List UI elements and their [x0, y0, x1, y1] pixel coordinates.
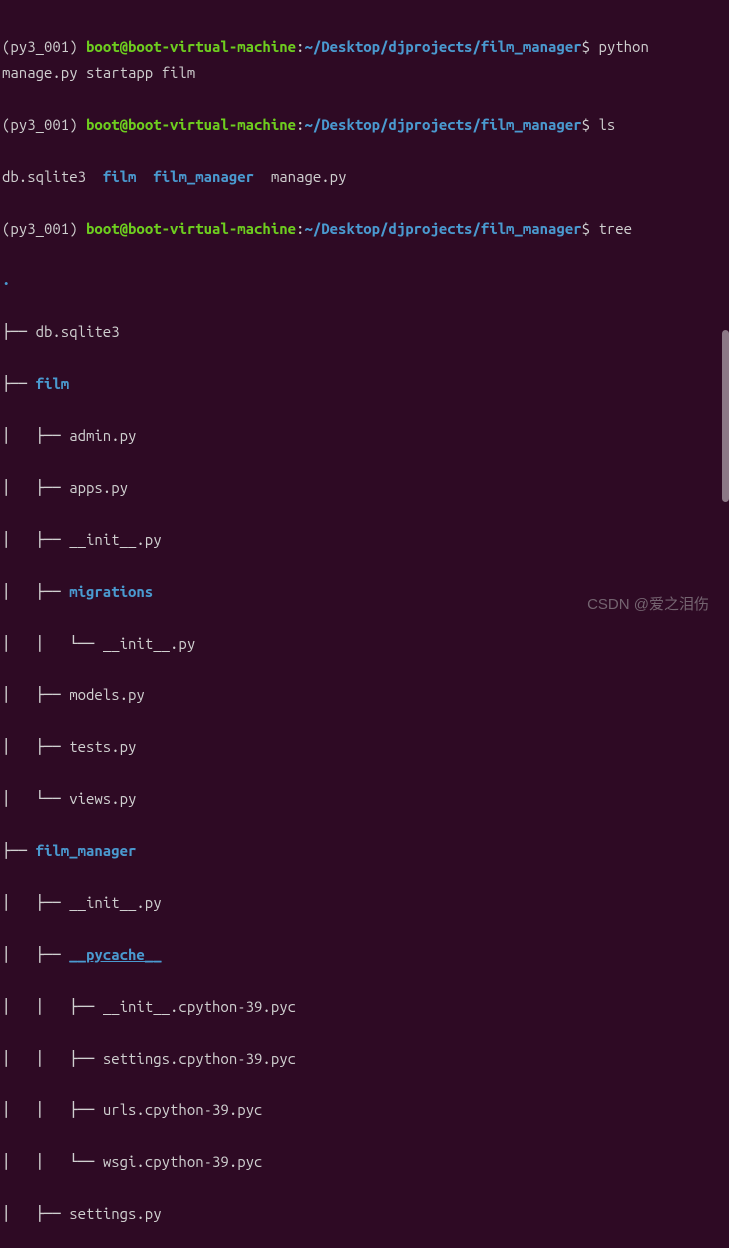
tree-file: __init__.py [69, 531, 161, 548]
tree-file: __init__.cpython-39.pyc [103, 998, 296, 1015]
scrollbar-track[interactable] [721, 0, 729, 624]
env-label: (py3_001) [2, 116, 78, 133]
tree-file: __init__.py [103, 635, 195, 652]
tree-root: . [2, 271, 10, 288]
prompt-line-2: (py3_001) boot@boot-virtual-machine:~/De… [2, 112, 727, 138]
cwd-path: ~/Desktop/djprojects/film_manager [304, 116, 581, 133]
user-host: boot@boot-virtual-machine [86, 38, 296, 55]
scrollbar-thumb[interactable] [722, 330, 729, 502]
watermark: CSDN @爱之泪伤 [587, 592, 709, 618]
ls-file: manage.py [271, 168, 347, 185]
tree-file: settings.py [69, 1205, 161, 1222]
env-label: (py3_001) [2, 220, 78, 237]
env-label: (py3_001) [2, 38, 78, 55]
tree-file: models.py [69, 686, 145, 703]
tree-dir: migrations [69, 583, 153, 600]
tree-file: db.sqlite3 [36, 323, 120, 340]
user-host: boot@boot-virtual-machine [86, 220, 296, 237]
tree-file: tests.py [69, 738, 136, 755]
tree-file: settings.cpython-39.pyc [103, 1050, 296, 1067]
tree-file: apps.py [69, 479, 128, 496]
tree-dir: __pycache__ [69, 946, 161, 963]
cwd-path: ~/Desktop/djprojects/film_manager [304, 220, 581, 237]
tree-file: wsgi.cpython-39.pyc [103, 1153, 263, 1170]
tree-file: views.py [69, 790, 136, 807]
prompt-symbol: $ [582, 220, 590, 237]
terminal-output[interactable]: (py3_001) boot@boot-virtual-machine:~/De… [2, 8, 727, 1248]
tree-file: urls.cpython-39.pyc [103, 1101, 263, 1118]
prompt-line-3: (py3_001) boot@boot-virtual-machine:~/De… [2, 216, 727, 242]
tree-file: admin.py [69, 427, 136, 444]
prompt-line-1: (py3_001) boot@boot-virtual-machine:~/De… [2, 34, 727, 86]
command-2: ls [598, 116, 615, 133]
ls-dir: film [103, 168, 137, 185]
ls-file: db.sqlite3 [2, 168, 86, 185]
command-3: tree [598, 220, 632, 237]
prompt-symbol: $ [582, 116, 590, 133]
tree-file: __init__.py [69, 894, 161, 911]
cwd-path: ~/Desktop/djprojects/film_manager [304, 38, 581, 55]
ls-dir: film_manager [153, 168, 254, 185]
ls-output: db.sqlite3 film film_manager manage.py [2, 164, 727, 190]
prompt-symbol: $ [582, 38, 590, 55]
tree-dir: film [36, 375, 70, 392]
tree-dir: film_manager [36, 842, 137, 859]
user-host: boot@boot-virtual-machine [86, 116, 296, 133]
